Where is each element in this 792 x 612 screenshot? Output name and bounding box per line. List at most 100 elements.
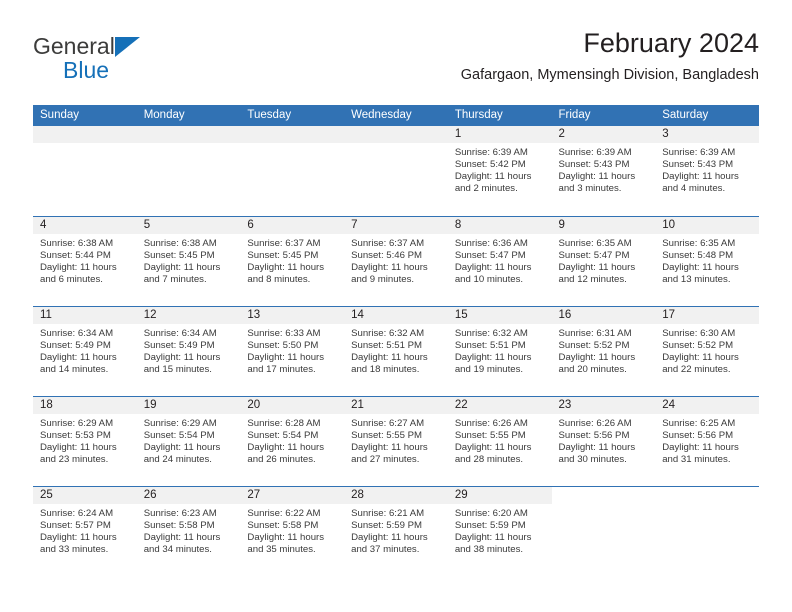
daylight-text-line1: Daylight: 11 hours (558, 441, 636, 453)
sunrise-text: Sunrise: 6:39 AM (454, 147, 528, 158)
day-number: 29 (447, 486, 552, 504)
daylight-text-line1: Daylight: 11 hours (143, 261, 221, 273)
calendar-day-cell[interactable]: 12 Sunrise: 6:34 AM Sunset: 5:49 PM Dayligh… (136, 305, 241, 396)
sunrise-text: Sunrise: 6:31 AM (558, 327, 632, 339)
daylight-text-line1: Daylight: 11 hours (351, 531, 428, 543)
sunrise-text: Sunrise: 6:26 AM (558, 417, 632, 429)
sunset-text: Sunset: 5:57 PM (40, 519, 111, 531)
sunset-text: Sunset: 5:51 PM (454, 339, 526, 351)
calendar-day-cell[interactable]: 18 Sunrise: 6:29 AM Sunset: 5:53 PM Dayligh… (33, 395, 137, 486)
sunrise-text: Sunrise: 6:25 AM (662, 417, 736, 429)
day-number (33, 126, 137, 143)
calendar-day-cell[interactable]: 4 Sunrise: 6:38 AM Sunset: 5:44 PM Daylight… (33, 215, 137, 306)
sunset-text: Sunset: 5:43 PM (558, 159, 630, 171)
sunrise-text: Sunrise: 6:39 AM (662, 147, 736, 158)
day-number: 19 (136, 396, 241, 414)
calendar-day-cell[interactable]: 16 Sunrise: 6:31 AM Sunset: 5:52 PM Dayligh… (551, 305, 656, 396)
day-details: Sunrise: 6:24 AM Sunset: 5:57 PM Daylight:… (33, 504, 137, 556)
calendar-day-cell[interactable]: 13 Sunrise: 6:33 AM Sunset: 5:50 PM Dayligh… (240, 305, 345, 396)
calendar-day-cell[interactable]: 19 Sunrise: 6:29 AM Sunset: 5:54 PM Dayligh… (136, 395, 241, 486)
sunrise-text: Sunrise: 6:30 AM (662, 327, 736, 339)
sunset-text: Sunset: 5:55 PM (351, 429, 423, 441)
calendar-day-cell[interactable]: 22 Sunrise: 6:26 AM Sunset: 5:55 PM Dayligh… (447, 395, 552, 486)
calendar-day-cell[interactable]: 23 Sunrise: 6:26 AM Sunset: 5:56 PM Dayligh… (551, 395, 656, 486)
calendar-day-cell[interactable]: 10 Sunrise: 6:35 AM Sunset: 5:48 PM Dayligh… (655, 215, 759, 306)
day-number: 10 (655, 216, 759, 234)
calendar-day-cell[interactable]: 1 Sunrise: 6:39 AM Sunset: 5:42 PM Daylight… (447, 126, 552, 216)
calendar-week-row: 1 Sunrise: 6:39 AM Sunset: 5:42 PM Daylight… (33, 126, 759, 216)
day-number: 3 (655, 126, 759, 143)
calendar-day-cell[interactable]: 24 Sunrise: 6:25 AM Sunset: 5:56 PM Dayligh… (655, 395, 759, 486)
sunrise-text: Sunrise: 6:36 AM (454, 237, 528, 249)
day-number: 27 (240, 486, 345, 504)
calendar-header-row: Sunday Monday Tuesday Wednesday Thursday… (33, 105, 759, 126)
calendar-day-cell[interactable]: 3 Sunrise: 6:39 AM Sunset: 5:43 PM Daylight… (655, 126, 759, 216)
day-number (136, 126, 241, 143)
day-number: 14 (344, 306, 448, 324)
calendar-day-cell[interactable]: 15 Sunrise: 6:32 AM Sunset: 5:51 PM Dayligh… (447, 305, 552, 396)
sunset-text: Sunset: 5:56 PM (662, 429, 734, 441)
calendar-day-cell[interactable]: 28 Sunrise: 6:21 AM Sunset: 5:59 PM Dayligh… (344, 485, 448, 576)
calendar-day-cell[interactable]: 6 Sunrise: 6:37 AM Sunset: 5:45 PM Daylight… (240, 215, 345, 306)
daylight-text-line1: Daylight: 11 hours (662, 351, 739, 363)
calendar-day-cell[interactable]: 17 Sunrise: 6:30 AM Sunset: 5:52 PM Dayligh… (655, 305, 759, 396)
day-number: 15 (447, 306, 552, 324)
day-details: Sunrise: 6:38 AM Sunset: 5:45 PM Daylight:… (137, 234, 241, 286)
sunset-text: Sunset: 5:59 PM (454, 519, 526, 531)
daylight-text-line2: and 15 minutes. (143, 363, 212, 375)
daylight-text-line2: and 38 minutes. (454, 543, 524, 555)
daylight-text-line2: and 27 minutes. (351, 453, 420, 465)
sunset-text: Sunset: 5:50 PM (247, 339, 319, 351)
sunset-text: Sunset: 5:42 PM (454, 159, 526, 171)
sunrise-text: Sunrise: 6:37 AM (247, 237, 321, 249)
daylight-text-line2: and 31 minutes. (662, 453, 731, 465)
daylight-text-line1: Daylight: 11 hours (454, 351, 532, 363)
calendar-body: 1 Sunrise: 6:39 AM Sunset: 5:42 PM Daylight… (33, 126, 759, 576)
calendar-day-cell[interactable]: 11 Sunrise: 6:34 AM Sunset: 5:49 PM Dayligh… (33, 305, 137, 396)
calendar-day-cell[interactable]: 9 Sunrise: 6:35 AM Sunset: 5:47 PM Daylight… (551, 215, 656, 306)
calendar-day-cell[interactable]: 20 Sunrise: 6:28 AM Sunset: 5:54 PM Dayligh… (240, 395, 345, 486)
calendar-day-cell[interactable]: 14 Sunrise: 6:32 AM Sunset: 5:51 PM Dayligh… (344, 305, 448, 396)
day-details: Sunrise: 6:26 AM Sunset: 5:56 PM Daylight:… (552, 414, 656, 466)
sunset-text: Sunset: 5:47 PM (558, 249, 630, 261)
daylight-text-line1: Daylight: 11 hours (558, 261, 636, 273)
day-details: Sunrise: 6:31 AM Sunset: 5:52 PM Daylight:… (552, 324, 656, 376)
daylight-text-line2: and 37 minutes. (351, 543, 420, 555)
calendar-cell-empty (136, 126, 241, 216)
day-number: 13 (240, 306, 345, 324)
sunset-text: Sunset: 5:56 PM (558, 429, 630, 441)
day-details: Sunrise: 6:36 AM Sunset: 5:47 PM Daylight:… (448, 234, 552, 286)
daylight-text-line2: and 28 minutes. (454, 453, 524, 465)
calendar-day-cell[interactable]: 5 Sunrise: 6:38 AM Sunset: 5:45 PM Daylight… (136, 215, 241, 306)
daylight-text-line2: and 9 minutes. (351, 273, 415, 285)
day-details: Sunrise: 6:21 AM Sunset: 5:59 PM Daylight:… (344, 504, 448, 556)
daylight-text-line2: and 34 minutes. (143, 543, 212, 555)
day-number: 28 (344, 486, 448, 504)
logo-text-blue: Blue (63, 57, 110, 83)
general-blue-logo[interactable]: General Blue (33, 35, 233, 89)
sunrise-text: Sunrise: 6:28 AM (247, 417, 321, 429)
calendar-day-cell[interactable]: 26 Sunrise: 6:23 AM Sunset: 5:58 PM Dayligh… (136, 485, 241, 576)
day-number (344, 126, 448, 143)
sunset-text: Sunset: 5:55 PM (454, 429, 526, 441)
daylight-text-line1: Daylight: 11 hours (143, 351, 221, 363)
day-details: Sunrise: 6:37 AM Sunset: 5:46 PM Daylight:… (344, 234, 448, 286)
calendar-day-cell[interactable]: 2 Sunrise: 6:39 AM Sunset: 5:43 PM Daylight… (551, 126, 656, 216)
calendar-day-cell[interactable]: 8 Sunrise: 6:36 AM Sunset: 5:47 PM Daylight… (447, 215, 552, 306)
daylight-text-line2: and 6 minutes. (40, 273, 103, 285)
calendar-day-cell[interactable]: 7 Sunrise: 6:37 AM Sunset: 5:46 PM Daylight… (344, 215, 448, 306)
daylight-text-line2: and 14 minutes. (40, 363, 109, 375)
day-number: 20 (240, 396, 345, 414)
sunrise-text: Sunrise: 6:22 AM (247, 507, 321, 519)
calendar-day-cell[interactable]: 21 Sunrise: 6:27 AM Sunset: 5:55 PM Dayligh… (344, 395, 448, 486)
daylight-text-line2: and 23 minutes. (40, 453, 109, 465)
daylight-text-line1: Daylight: 11 hours (40, 351, 117, 363)
sunrise-text: Sunrise: 6:24 AM (40, 507, 114, 519)
calendar-day-cell[interactable]: 25 Sunrise: 6:24 AM Sunset: 5:57 PM Dayligh… (33, 485, 137, 576)
calendar-day-cell[interactable]: 27 Sunrise: 6:22 AM Sunset: 5:58 PM Dayligh… (240, 485, 345, 576)
sunrise-text: Sunrise: 6:39 AM (558, 147, 632, 158)
calendar-day-cell[interactable]: 29 Sunrise: 6:20 AM Sunset: 5:59 PM Dayligh… (447, 485, 552, 576)
day-number: 24 (655, 396, 759, 414)
daylight-text-line1: Daylight: 11 hours (662, 441, 739, 453)
sunset-text: Sunset: 5:45 PM (143, 249, 215, 261)
